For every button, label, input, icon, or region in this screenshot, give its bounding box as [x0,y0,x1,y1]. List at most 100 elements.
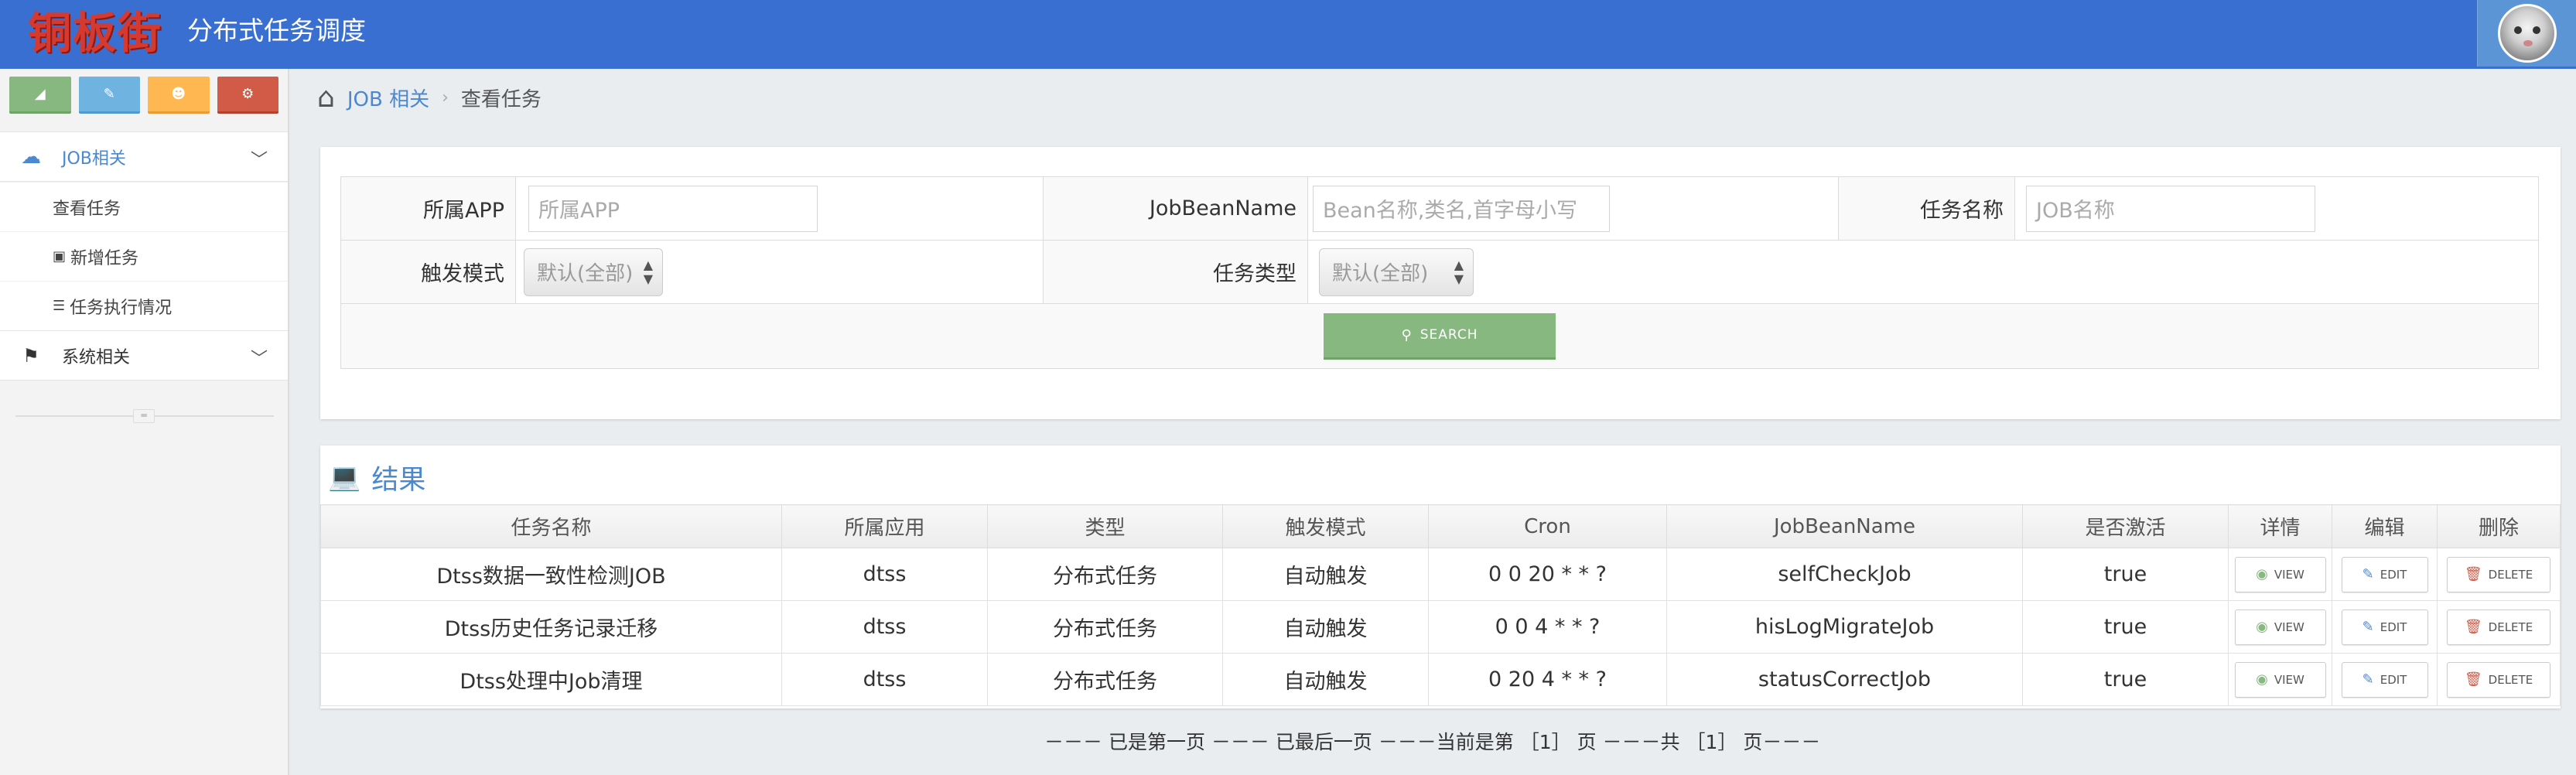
cell-active: true [2022,548,2229,601]
name-input[interactable]: JOB名称 [2026,185,2315,232]
sidebar-item-job[interactable]: ☁ JOB相关 ﹀ [0,132,288,182]
delete-button[interactable]: 🗑 DELETE [2447,556,2550,592]
sidebar-item-system[interactable]: ⚑ 系统相关 ﹀ [0,331,288,381]
view-button-label: VIEW [2274,567,2304,582]
edit-button-label: EDIT [2380,620,2407,634]
cell-job-name: Dtss数据一致性检测JOB [320,548,782,601]
cell-job-name: Dtss处理中Job清理 [320,653,782,706]
eye-icon: ◉ [2256,566,2268,582]
cell-bean: selfCheckJob [1666,548,2023,601]
cell-app: dtss [781,653,988,706]
chevron-down-icon: ﹀ [250,151,268,170]
logo-text: 铜板街 [28,8,162,59]
sidebar-collapse-toggle[interactable]: ═ [133,409,155,423]
search-button-label: SEARCH [1420,327,1478,343]
bean-label: JobBeanName [1043,176,1308,241]
laptop-icon: 💻 [328,462,361,493]
flag-icon: ⚑ [22,344,39,367]
sidebar-item-view-jobs[interactable]: 查看任务 [0,182,288,231]
sidebar-item-label: 系统相关 [62,347,131,367]
cell-app: dtss [781,600,988,654]
search-panel: 所属APP 所属APP JobBeanName Bean名称,类名,首字母小写 … [320,147,2561,419]
home-icon[interactable]: ⌂ [317,82,335,114]
view-button[interactable]: ◉ VIEW [2234,661,2326,698]
shortcut-pencil-button[interactable]: ✎ [78,77,140,114]
user-menu[interactable] [2477,0,2576,67]
delete-button-label: DELETE [2488,567,2533,582]
results-title: 结果 [371,464,426,496]
col-header[interactable]: 触发模式 [1222,504,1429,548]
bean-input[interactable]: Bean名称,类名,首字母小写 [1313,185,1610,232]
edit-button[interactable]: ✎ EDIT [2341,661,2428,698]
edit-button[interactable]: ✎ EDIT [2341,556,2428,592]
sidebar: ◢ ✎ ☻ ⚙ ☁ JOB相关 ﹀ 查看任务 ▣ 新增任务 ☰ 任务执行情况 ⚑… [0,69,289,775]
cell-type: 分布式任务 [987,548,1223,601]
eye-icon: ◉ [2256,671,2268,688]
edit-icon: ✎ [2362,566,2374,582]
sidebar-item-label: 新增任务 [70,248,139,268]
select-arrows-icon: ▲ ▼ [1454,257,1464,286]
sidebar-item-label: 查看任务 [53,199,121,219]
col-header[interactable]: 是否激活 [2022,504,2229,548]
save-icon: ▣ [53,248,67,265]
view-button[interactable]: ◉ VIEW [2234,556,2326,592]
sidebar-item-add-job[interactable]: ▣ 新增任务 [0,231,288,281]
search-icon: ⚲ [1401,326,1413,343]
delete-button[interactable]: 🗑 DELETE [2447,661,2550,698]
col-header[interactable]: JobBeanName [1666,504,2023,548]
trigger-label: 触发模式 [340,240,516,304]
pagination-text: －－－ 已是第一页 －－－ 已最后一页 －－－当前是第 ［1］ 页 －－－共 ［… [1044,731,1821,753]
type-select[interactable]: 默认(全部) ▲ ▼ [1319,248,1474,296]
shortcut-cogs-button[interactable]: ⚙ [217,77,278,114]
cloud-icon: ☁ [21,145,41,169]
sidebar-item-label: 任务执行情况 [70,298,173,318]
view-button-label: VIEW [2274,672,2304,687]
col-header[interactable]: 任务名称 [320,504,782,548]
type-label: 任务类型 [1043,240,1308,304]
select-arrows-icon: ▲ ▼ [643,257,653,286]
col-header: 编辑 [2332,504,2438,548]
cell-active: true [2022,653,2229,706]
delete-button[interactable]: 🗑 DELETE [2447,609,2550,645]
cell-bean: statusCorrectJob [1666,653,2023,706]
breadcrumb-link-job[interactable]: JOB 相关 [347,84,429,112]
col-header[interactable]: 所属应用 [781,504,988,548]
edit-icon: ✎ [2362,619,2374,635]
trash-icon: 🗑 [2464,619,2482,635]
trigger-select[interactable]: 默认(全部) ▲ ▼ [524,248,663,296]
trigger-select-value: 默认(全部) [537,262,634,285]
table-row: Dtss历史任务记录迁移 dtss 分布式任务 自动触发 0 0 4 * * ?… [320,600,2561,654]
col-header[interactable]: 类型 [987,504,1223,548]
brand-logo[interactable]: 铜板街 [28,8,162,59]
app-title: 分布式任务调度 [187,15,366,46]
cell-trigger: 自动触发 [1222,600,1429,654]
cell-cron: 0 20 4 * * ? [1428,653,1667,706]
search-button[interactable]: ⚲ SEARCH [1324,312,1556,360]
table-row: Dtss处理中Job清理 dtss 分布式任务 自动触发 0 20 4 * * … [320,653,2561,706]
edit-button[interactable]: ✎ EDIT [2341,609,2428,645]
col-header: 删除 [2437,504,2561,548]
avatar[interactable] [2497,4,2557,63]
top-navbar: 铜板街 分布式任务调度 [0,0,2576,69]
job-submenu: 查看任务 ▣ 新增任务 ☰ 任务执行情况 [0,182,288,331]
cogs-icon: ⚙ [241,86,255,102]
col-header: 详情 [2228,504,2332,548]
col-header[interactable]: Cron [1428,504,1667,548]
sidebar-item-job-execution[interactable]: ☰ 任务执行情况 [0,281,288,330]
signal-icon: ◢ [34,86,46,102]
cell-job-name: Dtss历史任务记录迁移 [320,600,782,654]
shortcut-users-button[interactable]: ☻ [148,77,210,114]
table-row: Dtss数据一致性检测JOB dtss 分布式任务 自动触发 0 0 20 * … [320,548,2561,601]
results-panel: 💻 结果 任务名称 所属应用 类型 触发模式 Cron JobBeanName … [320,446,2561,708]
edit-button-label: EDIT [2380,672,2407,687]
sidebar-shortcuts: ◢ ✎ ☻ ⚙ [0,69,288,132]
cell-cron: 0 0 4 * * ? [1428,600,1667,654]
name-label: 任务名称 [1838,176,2015,241]
shortcut-signal-button[interactable]: ◢ [9,77,71,114]
cell-type: 分布式任务 [987,653,1223,706]
cell-app: dtss [781,548,988,601]
app-input[interactable]: 所属APP [528,185,818,232]
app-label: 所属APP [340,176,516,241]
table-header-row: 任务名称 所属应用 类型 触发模式 Cron JobBeanName 是否激活 … [320,504,2561,548]
view-button[interactable]: ◉ VIEW [2234,609,2326,645]
